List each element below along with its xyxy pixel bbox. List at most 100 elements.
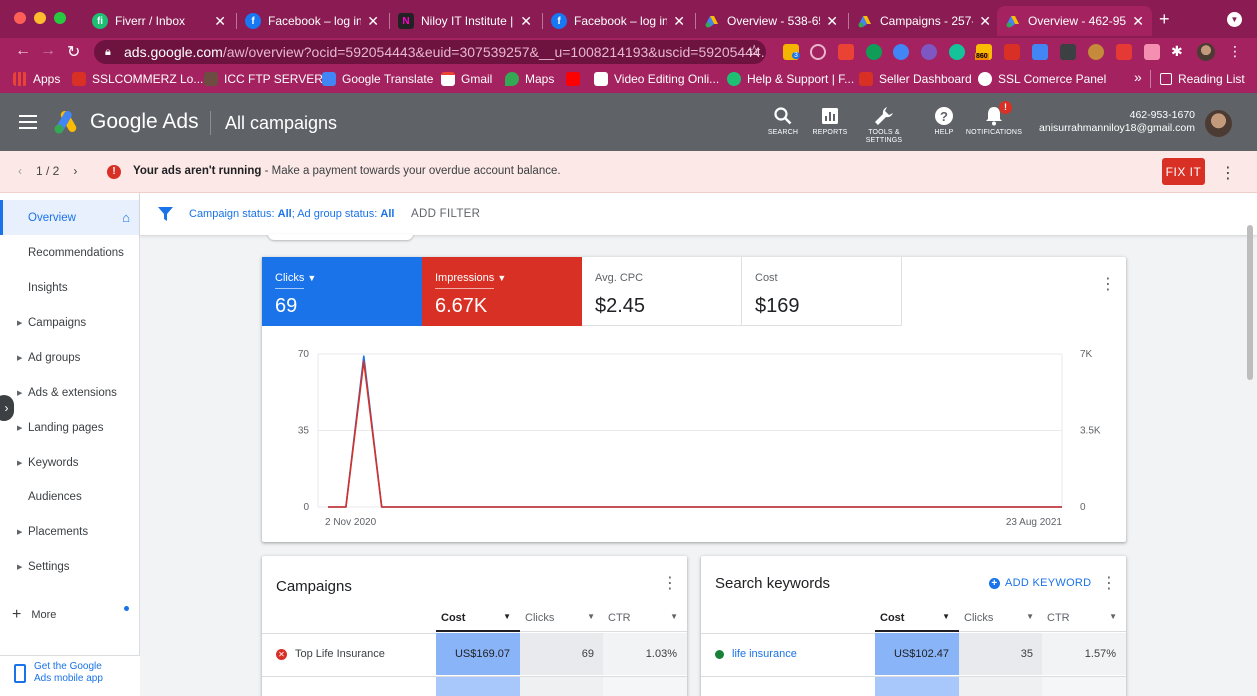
sidebar-item-keywords[interactable]: ▶ Keywords (0, 445, 139, 480)
column-header-ctr[interactable]: CTR ▼ (1042, 606, 1126, 632)
close-tab-icon[interactable]: ✕ (367, 13, 379, 30)
address-bar[interactable]: 🔒︎ ads.google.com/aw/overview?ocid=59205… (94, 40, 766, 64)
reports-tool[interactable]: REPORTS (800, 105, 860, 137)
browser-tab[interactable]: Campaigns - 257-901-2345 ✕ (849, 6, 999, 36)
sidebar-item-placements[interactable]: ▶ Placements (0, 514, 139, 549)
metric-clicks[interactable]: Clicks ▼ 69 (262, 257, 422, 326)
sidebar-item-audiences[interactable]: Audiences (0, 479, 139, 514)
close-tab-icon[interactable]: ✕ (214, 13, 226, 30)
close-tab-icon[interactable]: ✕ (1132, 13, 1144, 30)
more-vert-icon[interactable]: ⋮ (1220, 163, 1236, 183)
account-info[interactable]: 462-953-1670 anisurrahmanniloy18@gmail.c… (1039, 109, 1195, 135)
add-keyword-button[interactable]: + ADD KEYWORD (989, 577, 1091, 589)
minimize-window-icon[interactable] (34, 12, 46, 24)
chart-more-icon[interactable]: ⋮ (1100, 277, 1116, 293)
browser-menu-icon[interactable]: ⋮ (1228, 43, 1242, 60)
keywords-more-icon[interactable]: ⋮ (1101, 576, 1117, 592)
sidebar-item-recommendations[interactable]: Recommendations (0, 235, 139, 270)
chevron-right-icon[interactable]: › (73, 164, 77, 178)
filter-bar: Campaign status: All; Ad group status: A… (140, 193, 1257, 236)
feather-extension-icon[interactable] (1144, 44, 1160, 60)
reading-list-button[interactable]: Reading List (1160, 72, 1245, 86)
tool-extension-icon[interactable] (1060, 44, 1076, 60)
menu-icon[interactable] (19, 115, 37, 129)
close-tab-icon[interactable]: ✕ (520, 13, 532, 30)
column-header-clicks[interactable]: Clicks ▼ (959, 606, 1043, 632)
browser-tab[interactable]: N Niloy IT Institute | YouTube ✕ (390, 6, 540, 36)
column-header-ctr[interactable]: CTR ▼ (603, 606, 687, 632)
zoom-extension-icon[interactable] (893, 44, 909, 60)
mobile-app-promo[interactable]: Get the Google Ads mobile app (0, 655, 140, 696)
reload-icon[interactable]: ↻ (67, 42, 80, 62)
bookmark-item[interactable]: SSLCOMMERZ Lo... (72, 72, 203, 86)
sidebar-item-settings[interactable]: ▶ Settings (0, 549, 139, 584)
tab-search-icon[interactable]: ▼ (1227, 12, 1242, 27)
history-extension-icon[interactable] (810, 44, 826, 60)
sidebar-item-ads-extensions[interactable]: ▶ Ads & extensions (0, 375, 139, 410)
browser-tab-active[interactable]: Overview - 462-953-1670 ✕ (997, 6, 1152, 36)
browser-tab[interactable]: Overview - 538-659-1234 ✕ (696, 6, 846, 36)
fiverr-extension-icon[interactable] (1004, 44, 1020, 60)
notifications-tool[interactable]: NOTIFICATIONS ! (964, 101, 1024, 137)
download-extension-icon[interactable] (838, 44, 854, 60)
puzzle-extensions-icon[interactable]: ✱ (1171, 43, 1183, 60)
close-tab-icon[interactable]: ✕ (826, 13, 838, 30)
metric-cost[interactable]: Cost $169 (742, 257, 902, 326)
table-row[interactable]: ✕ Top Life Insurance (276, 633, 385, 675)
bookmark-item[interactable]: Gmail (441, 72, 492, 86)
sidebar-more[interactable]: + More (12, 606, 56, 624)
fix-it-button[interactable]: FIX IT (1162, 158, 1205, 185)
campaigns-more-icon[interactable]: ⋮ (662, 576, 678, 592)
grammarly-icon[interactable] (949, 44, 965, 60)
bookmark-item[interactable]: Help & Support | F... (727, 72, 854, 86)
sidebar-item-insights[interactable]: Insights (0, 270, 139, 305)
cookie-extension-icon[interactable] (1088, 44, 1104, 60)
metric-impressions[interactable]: Impressions ▼ 6.67K (422, 257, 582, 326)
gear-extension-icon[interactable] (921, 44, 937, 60)
tools-settings-tool[interactable]: TOOLS & SETTINGS (854, 105, 914, 145)
bookmark-item[interactable]: Maps (505, 72, 554, 86)
google-ads-icon (857, 13, 873, 29)
arrow-extension-icon[interactable] (1032, 44, 1048, 60)
close-window-icon[interactable] (14, 12, 26, 24)
metric-avg-cpc[interactable]: Avg. CPC $2.45 (582, 257, 742, 326)
browser-tab[interactable]: fi Fiverr / Inbox ✕ (84, 6, 234, 36)
filter-icon[interactable] (158, 207, 173, 221)
add-filter-button[interactable]: ADD FILTER (411, 208, 480, 220)
bookmark-star-icon[interactable]: ☆ (747, 41, 761, 61)
column-header-clicks[interactable]: Clicks ▼ (520, 606, 604, 632)
close-tab-icon[interactable]: ✕ (979, 13, 991, 30)
forward-icon[interactable]: → (40, 42, 56, 60)
column-header-cost[interactable]: Cost ▼ (436, 606, 520, 632)
bookmark-item[interactable]: SSL Comerce Panel (978, 72, 1106, 86)
gmail-icon (441, 72, 455, 86)
bookmark-item[interactable]: Apps (13, 72, 60, 86)
new-tab-icon[interactable]: + (1159, 9, 1170, 30)
collapse-sidebar-chevron-icon[interactable]: › (0, 395, 14, 421)
column-header-cost[interactable]: Cost ▼ (875, 606, 959, 632)
translate-icon (322, 72, 336, 86)
bookmark-item[interactable]: ICC FTP SERVER (204, 72, 323, 86)
profile-avatar[interactable] (1197, 43, 1215, 61)
avatar[interactable] (1205, 110, 1232, 137)
bookmark-item[interactable] (566, 72, 586, 86)
close-tab-icon[interactable]: ✕ (673, 13, 685, 30)
sidebar-item-campaigns[interactable]: ▶ Campaigns (0, 305, 139, 340)
back-icon[interactable]: ← (15, 42, 31, 60)
bd-extension-icon[interactable] (1116, 44, 1132, 60)
chevron-left-icon[interactable]: ‹ (18, 164, 22, 178)
bookmark-item[interactable]: Seller Dashboard (859, 72, 972, 86)
maximize-window-icon[interactable] (54, 12, 66, 24)
sidebar-item-landing-pages[interactable]: ▶ Landing pages (0, 410, 139, 445)
grammar-extension-icon[interactable] (866, 44, 882, 60)
scrollbar[interactable] (1247, 225, 1253, 380)
browser-tab[interactable]: f Facebook – log in or sign up ✕ (543, 6, 693, 36)
browser-tab[interactable]: f Facebook – log in or sign up ✕ (237, 6, 387, 36)
sidebar-item-ad-groups[interactable]: ▶ Ad groups (0, 340, 139, 375)
filter-status[interactable]: Campaign status: All; Ad group status: A… (189, 208, 394, 220)
bookmark-item[interactable]: Video Editing Onli... (594, 72, 719, 86)
bookmark-item[interactable]: Google Translate (322, 72, 433, 86)
bookmarks-overflow[interactable]: » (1134, 69, 1142, 85)
table-row[interactable]: life insurance (715, 633, 797, 675)
sidebar-item-overview[interactable]: Overview ⌂ (0, 200, 139, 235)
